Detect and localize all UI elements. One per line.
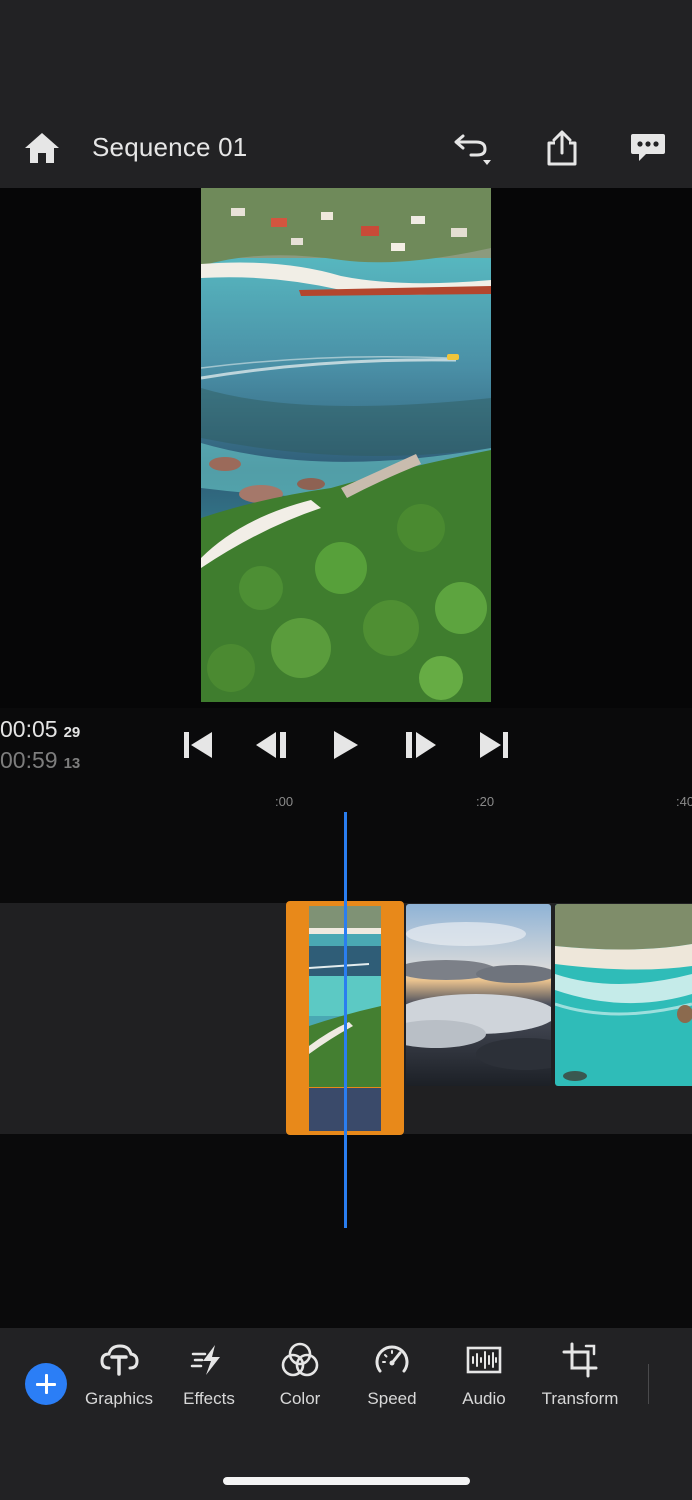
current-frames: 29 xyxy=(63,724,81,741)
tool-label: Speed xyxy=(367,1389,417,1408)
comments-button[interactable] xyxy=(628,128,668,168)
timecode-display: 00:05 29 00:59 13 xyxy=(0,716,120,777)
preview-frame[interactable] xyxy=(201,188,491,702)
tool-label: Effects xyxy=(183,1389,235,1408)
clip-thumbnail xyxy=(555,904,692,1086)
step-forward-icon xyxy=(406,732,436,758)
graphics-tool[interactable]: Graphics xyxy=(84,1340,154,1430)
skip-to-end-icon xyxy=(480,732,508,758)
color-tool[interactable]: Color xyxy=(272,1340,328,1430)
transform-icon xyxy=(562,1342,598,1378)
sequence-title[interactable]: Sequence 01 xyxy=(92,132,247,163)
color-icon xyxy=(281,1342,319,1377)
playhead[interactable] xyxy=(344,812,347,1228)
home-icon xyxy=(25,133,59,163)
share-button[interactable] xyxy=(542,128,582,168)
speed-tool[interactable]: Speed xyxy=(362,1340,422,1430)
tool-label: Graphics xyxy=(84,1389,154,1408)
clip-thumbnail xyxy=(406,904,551,1086)
playback-controls xyxy=(176,722,516,768)
share-icon xyxy=(547,130,577,166)
skip-to-start-icon xyxy=(184,732,212,758)
home-indicator[interactable] xyxy=(223,1477,470,1485)
header: Sequence 01 xyxy=(0,110,692,188)
current-time: 00:05 xyxy=(0,716,58,742)
skip-to-end-button[interactable] xyxy=(472,722,516,768)
total-timecode: 00:59 13 xyxy=(0,747,120,777)
step-back-button[interactable] xyxy=(250,722,294,768)
beach-waves-clip[interactable] xyxy=(555,904,692,1086)
current-timecode: 00:05 29 xyxy=(0,716,120,746)
total-frames: 13 xyxy=(63,755,81,772)
aerial-coastline-image xyxy=(201,188,491,702)
home-button[interactable] xyxy=(22,130,62,166)
transform-tool[interactable]: Transform xyxy=(538,1340,622,1430)
play-button[interactable] xyxy=(324,722,368,768)
skip-to-start-button[interactable] xyxy=(176,722,220,768)
step-back-icon xyxy=(256,732,286,758)
ruler-tick: :40 xyxy=(676,794,692,809)
audio-tool[interactable]: Audio xyxy=(456,1340,512,1430)
step-forward-button[interactable] xyxy=(398,722,442,768)
audio-icon xyxy=(466,1346,502,1374)
toolbar-divider xyxy=(648,1364,649,1404)
bottom-toolbar: Graphics Effects Color Speed Audio Trans… xyxy=(0,1328,692,1500)
graphics-icon xyxy=(100,1344,139,1376)
tool-label: Audio xyxy=(462,1389,506,1408)
play-icon xyxy=(334,731,358,759)
ruler-tick: :00 xyxy=(275,794,294,809)
effects-tool[interactable]: Effects xyxy=(178,1340,240,1430)
ruler-tick: :20 xyxy=(476,794,495,809)
effects-icon xyxy=(190,1345,220,1375)
add-media-button[interactable] xyxy=(25,1363,67,1405)
total-time: 00:59 xyxy=(0,747,58,773)
clouds-sunset-clip[interactable] xyxy=(406,904,551,1086)
tool-label: Transform xyxy=(541,1389,619,1408)
time-ruler[interactable]: :00 :20 :40 xyxy=(0,792,692,812)
comments-icon xyxy=(631,134,665,161)
tool-label: Color xyxy=(279,1389,321,1408)
speed-icon xyxy=(375,1345,409,1373)
video-preview xyxy=(0,188,692,708)
undo-button[interactable] xyxy=(452,128,492,168)
undo-icon xyxy=(454,134,491,165)
